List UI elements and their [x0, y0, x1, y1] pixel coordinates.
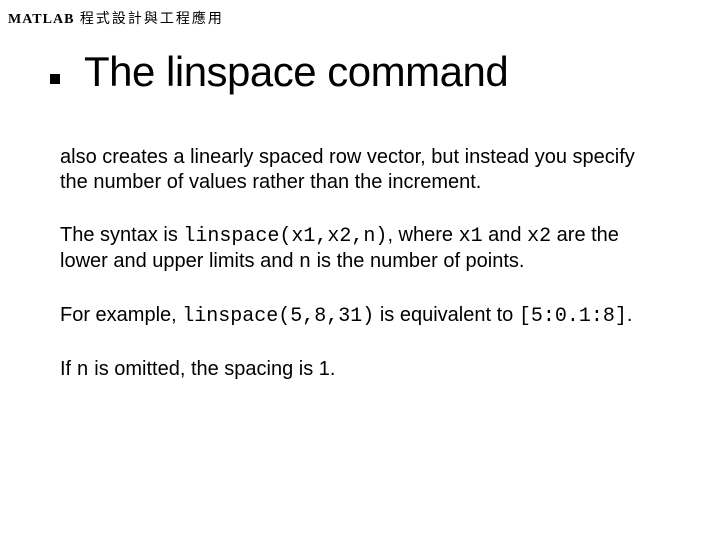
p2-code-3: x2: [527, 225, 551, 248]
header-matlab: MATLAB: [8, 12, 74, 27]
content-body: also creates a linearly spaced row vecto…: [60, 145, 660, 411]
p2-text-a: The syntax is: [60, 224, 183, 246]
title-bullet-icon: [50, 74, 60, 84]
p3-text-c: .: [627, 304, 633, 326]
paragraph-4: If n is omitted, the spacing is 1.: [60, 357, 660, 383]
p2-text-b: , where: [387, 224, 458, 246]
paragraph-2: The syntax is linspace(x1,x2,n), where x…: [60, 223, 660, 275]
paragraph-1: also creates a linearly spaced row vecto…: [60, 145, 660, 195]
p2-code-4: n: [299, 251, 311, 274]
p2-code-2: x1: [459, 225, 483, 248]
p3-code-1: linspace(5,8,31): [182, 305, 374, 328]
p3-text-b: is equivalent to: [374, 304, 519, 326]
title-row: The linspace command: [50, 48, 508, 96]
p4-text-b: is omitted, the spacing is 1.: [89, 358, 336, 380]
p3-text-a: For example,: [60, 304, 182, 326]
p3-code-2: [5:0.1:8]: [519, 305, 627, 328]
p2-text-c: and: [483, 224, 527, 246]
p4-code-1: n: [77, 359, 89, 382]
p4-text-a: If: [60, 358, 77, 380]
header-label: MATLAB 程式設計與工程應用: [8, 8, 224, 28]
paragraph-3: For example, linspace(5,8,31) is equival…: [60, 303, 660, 329]
page-title: The linspace command: [84, 48, 508, 96]
p2-code-1: linspace(x1,x2,n): [183, 225, 387, 248]
header-subtitle: 程式設計與工程應用: [74, 12, 224, 27]
p2-text-e: is the number of points.: [311, 250, 524, 272]
